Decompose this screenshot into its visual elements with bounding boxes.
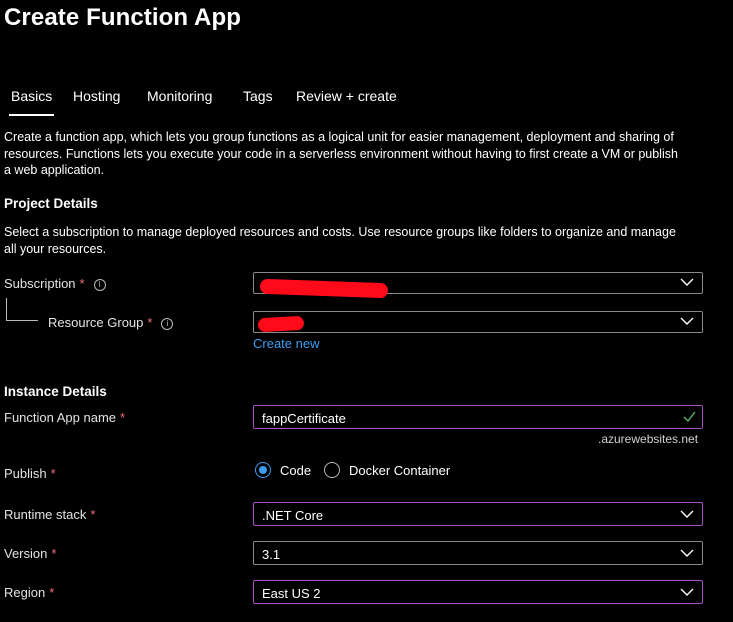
resource-group-select[interactable] bbox=[253, 311, 703, 333]
version-value: 3.1 bbox=[262, 547, 281, 562]
tab-tags[interactable]: Tags bbox=[243, 88, 273, 104]
info-icon[interactable]: i bbox=[93, 279, 106, 291]
region-label-text: Region bbox=[4, 585, 46, 600]
tree-connector bbox=[6, 320, 38, 321]
instance-details-heading: Instance Details bbox=[4, 384, 107, 399]
checkmark-icon bbox=[683, 411, 696, 423]
publish-code-radio[interactable] bbox=[255, 462, 271, 478]
intro-line: a web application. bbox=[4, 163, 105, 177]
version-label: Version * bbox=[4, 546, 56, 561]
publish-label-text: Publish bbox=[4, 466, 47, 481]
chevron-down-icon bbox=[680, 588, 694, 596]
publish-docker-radio[interactable] bbox=[324, 462, 340, 478]
runtime-stack-label: Runtime stack * bbox=[4, 507, 95, 522]
subscription-select[interactable] bbox=[253, 272, 703, 299]
required-asterisk: * bbox=[120, 410, 126, 425]
publish-code-label[interactable]: Code bbox=[280, 463, 311, 478]
resource-group-label-text: Resource Group bbox=[48, 315, 144, 330]
subscription-label: Subscription * i bbox=[4, 276, 106, 291]
version-label-text: Version bbox=[4, 546, 48, 561]
tab-review-create[interactable]: Review + create bbox=[296, 88, 397, 104]
info-icon[interactable]: i bbox=[161, 318, 174, 330]
required-asterisk: * bbox=[50, 466, 56, 481]
page-title: Create Function App bbox=[4, 4, 242, 31]
project-details-heading: Project Details bbox=[4, 196, 98, 211]
tab-monitoring[interactable]: Monitoring bbox=[147, 88, 212, 104]
intro-text: Create a function app, which lets you gr… bbox=[4, 129, 678, 179]
chevron-down-icon bbox=[680, 510, 694, 518]
version-select[interactable]: 3.1 bbox=[253, 541, 703, 565]
project-details-description: Select a subscription to manage deployed… bbox=[4, 224, 676, 257]
tab-basics[interactable]: Basics bbox=[8, 88, 55, 116]
function-app-name-value: fappCertificate bbox=[262, 411, 346, 426]
resource-group-label: Resource Group * i bbox=[48, 315, 174, 330]
function-app-name-label-text: Function App name bbox=[4, 410, 117, 425]
publish-docker-label[interactable]: Docker Container bbox=[349, 463, 450, 478]
runtime-stack-label-text: Runtime stack bbox=[4, 507, 87, 522]
publish-label: Publish * bbox=[4, 466, 56, 481]
domain-suffix: .azurewebsites.net bbox=[598, 432, 699, 446]
required-asterisk: * bbox=[90, 507, 96, 522]
region-select[interactable]: East US 2 bbox=[253, 580, 703, 604]
function-app-name-input[interactable]: fappCertificate bbox=[253, 405, 703, 429]
create-new-link[interactable]: Create new bbox=[253, 336, 319, 351]
required-asterisk: * bbox=[49, 585, 55, 600]
runtime-stack-value: .NET Core bbox=[262, 508, 324, 523]
required-asterisk: * bbox=[79, 276, 85, 291]
subscription-label-text: Subscription bbox=[4, 276, 76, 291]
redaction-mark bbox=[257, 315, 305, 333]
intro-line: resources. Functions lets you execute yo… bbox=[4, 146, 678, 161]
tree-connector bbox=[6, 298, 7, 320]
function-app-name-label: Function App name * bbox=[4, 410, 125, 425]
tab-hosting[interactable]: Hosting bbox=[73, 88, 120, 104]
runtime-stack-select[interactable]: .NET Core bbox=[253, 502, 703, 526]
region-value: East US 2 bbox=[262, 586, 321, 601]
description-line: Select a subscription to manage deployed… bbox=[4, 225, 676, 239]
description-line: all your resources. bbox=[4, 241, 107, 256]
chevron-down-icon bbox=[680, 549, 694, 557]
required-asterisk: * bbox=[51, 546, 57, 561]
required-asterisk: * bbox=[147, 315, 153, 330]
region-label: Region * bbox=[4, 585, 54, 600]
intro-line: Create a function app, which lets you gr… bbox=[4, 130, 674, 144]
chevron-down-icon bbox=[680, 278, 694, 286]
redaction-mark bbox=[259, 278, 389, 299]
chevron-down-icon bbox=[680, 317, 694, 325]
